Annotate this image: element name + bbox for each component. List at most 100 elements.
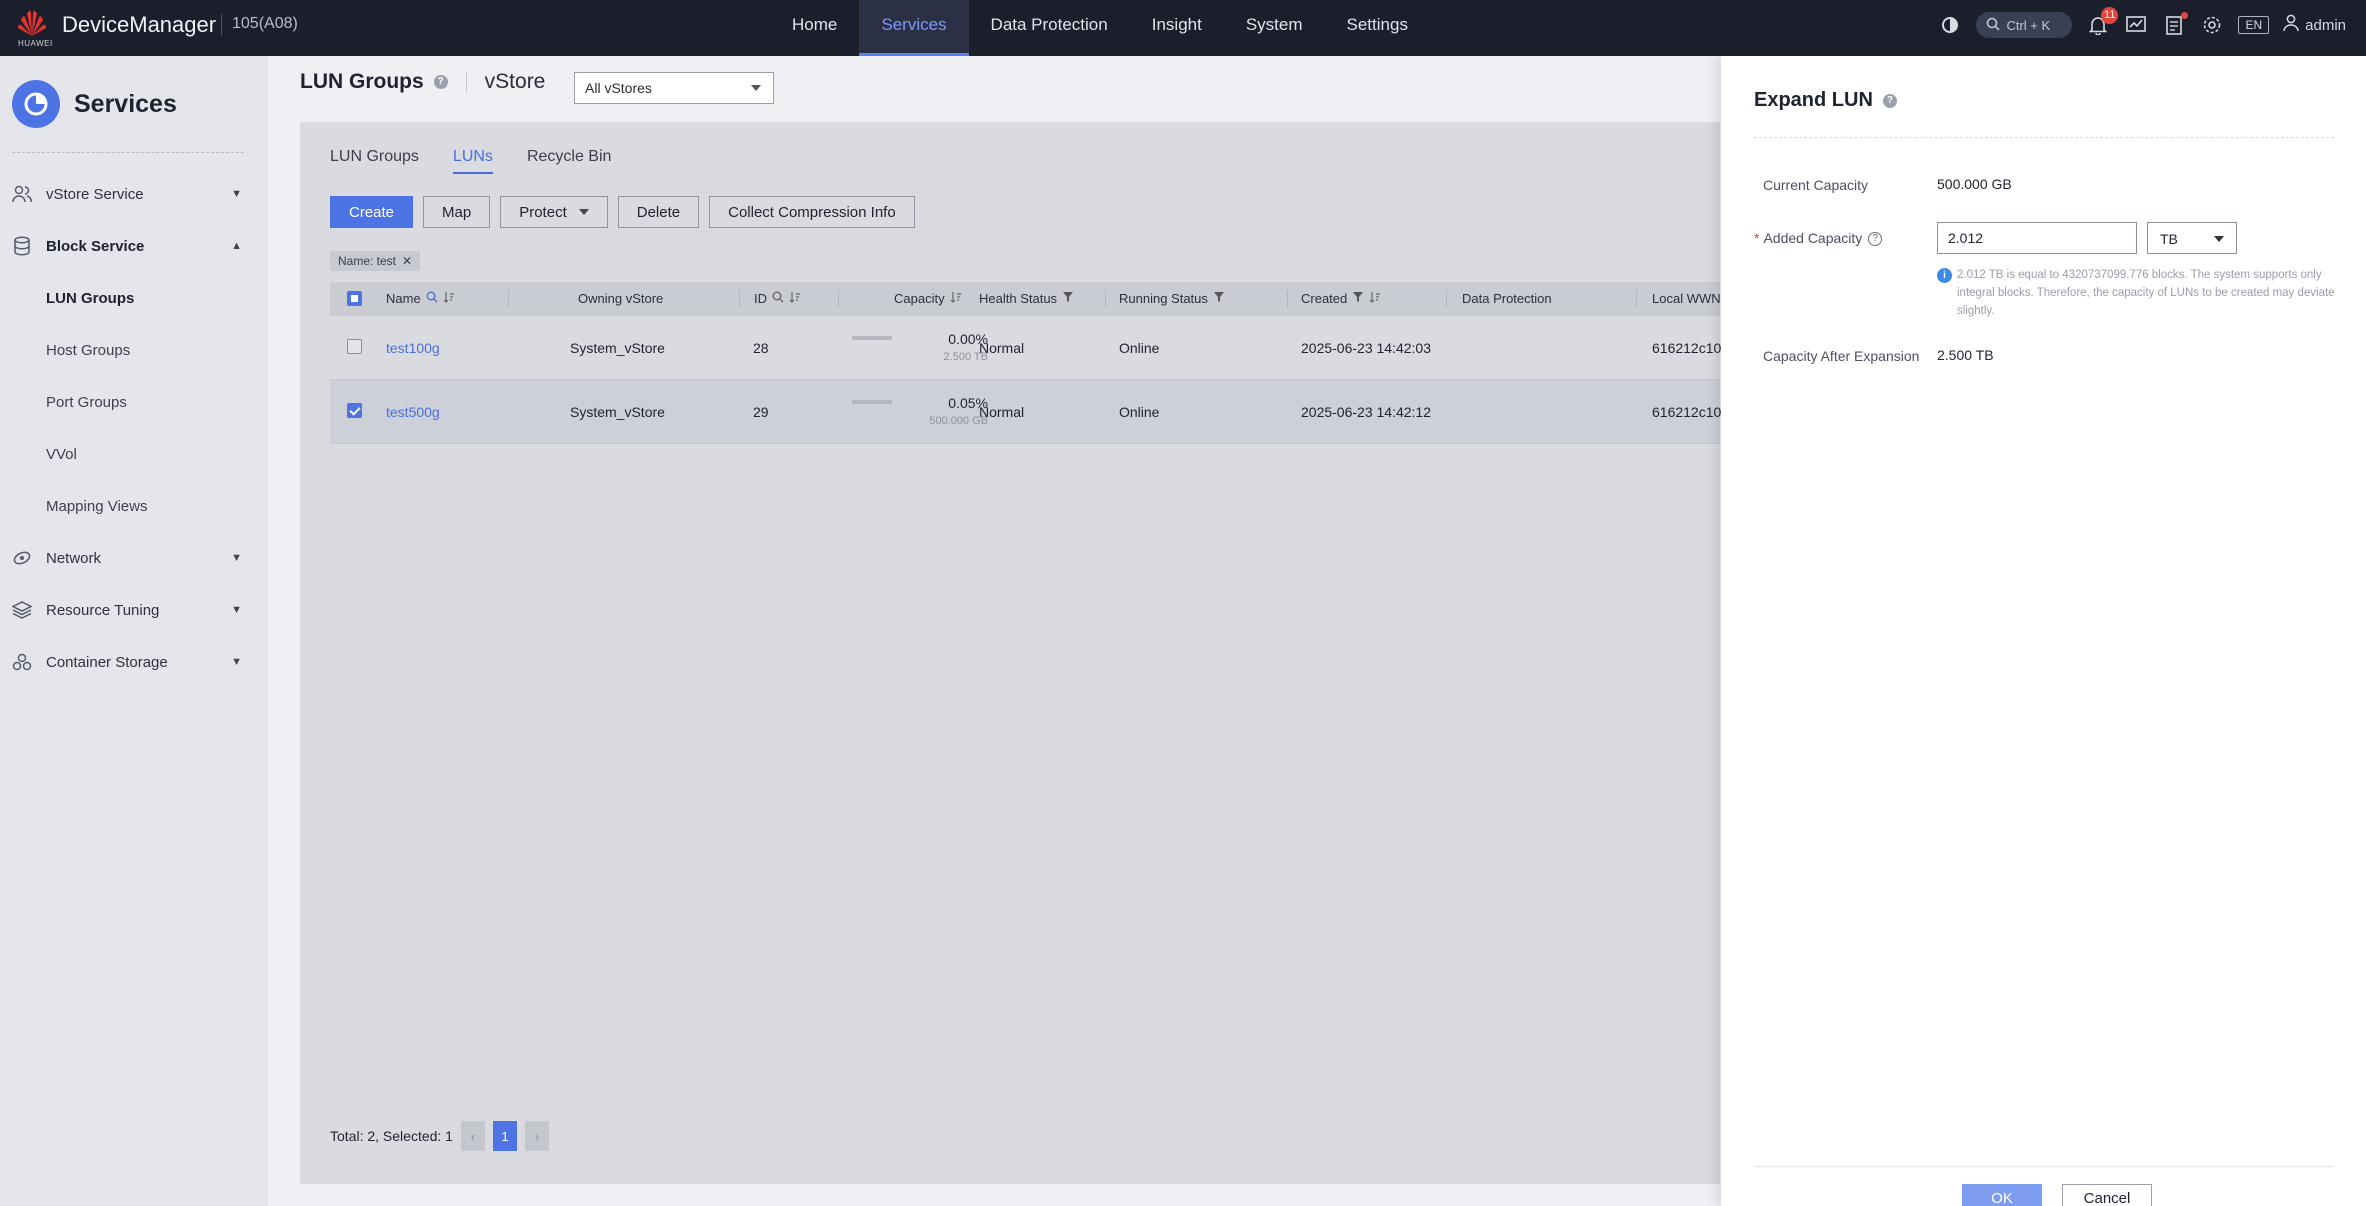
required-marker: * xyxy=(1754,230,1760,246)
chevron-down-icon: ▼ xyxy=(231,188,242,200)
drawer-footer-divider xyxy=(1754,1166,2334,1167)
row-checkbox[interactable] xyxy=(347,339,362,354)
brand[interactable]: HUAWEI DeviceManager 105(A08) xyxy=(16,8,298,48)
column-header-data-protection: Data Protection xyxy=(1462,291,1552,306)
top-navigation-bar: HUAWEI DeviceManager 105(A08) Home Servi… xyxy=(0,0,2366,56)
layers-icon xyxy=(10,601,34,619)
drawer-divider xyxy=(1754,137,2334,138)
help-icon[interactable]: ? xyxy=(1882,93,1897,108)
tab-luns[interactable]: LUNs xyxy=(452,148,493,174)
column-header-capacity[interactable]: Capacity xyxy=(894,291,962,306)
filter-chip: Name: test ✕ xyxy=(330,251,421,271)
tab-recycle-bin[interactable]: Recycle Bin xyxy=(527,148,611,172)
task-list-icon[interactable] xyxy=(2162,12,2189,37)
nav-data-protection[interactable]: Data Protection xyxy=(969,0,1130,56)
column-header-name[interactable]: Name xyxy=(386,291,455,306)
language-switch[interactable]: EN xyxy=(2238,16,2270,34)
sidebar-item-vstore-service[interactable]: vStore Service ▼ xyxy=(0,168,268,220)
table-header: Name Owning vStore ID Capacity Health St… xyxy=(330,282,1721,316)
nav-insight[interactable]: Insight xyxy=(1130,0,1224,56)
lun-name-link[interactable]: test100g xyxy=(386,340,440,356)
sidebar-header: Services xyxy=(12,80,177,128)
lun-name-link[interactable]: test500g xyxy=(386,404,440,420)
sort-icon[interactable] xyxy=(950,291,962,306)
create-button[interactable]: Create xyxy=(330,196,414,228)
bell-icon[interactable]: 11 xyxy=(2086,7,2119,37)
filter-icon[interactable] xyxy=(1062,291,1074,306)
nav-settings[interactable]: Settings xyxy=(1325,0,1430,56)
filter-icon[interactable] xyxy=(1352,291,1364,306)
search-icon xyxy=(1986,17,2001,34)
sidebar-title: Services xyxy=(74,89,177,118)
cancel-button[interactable]: Cancel xyxy=(2062,1184,2152,1206)
vstore-select[interactable]: All vStores xyxy=(574,72,774,104)
sidebar-item-network[interactable]: Network ▼ xyxy=(0,532,268,584)
sidebar-item-block-service[interactable]: Block Service ▲ xyxy=(0,220,268,272)
column-header-health-status[interactable]: Health Status xyxy=(979,291,1074,306)
filter-icon[interactable] xyxy=(1213,291,1225,306)
gear-icon[interactable] xyxy=(2200,13,2224,37)
protect-label: Protect xyxy=(519,203,567,221)
global-search[interactable]: Ctrl + K xyxy=(1976,12,2073,38)
sidebar-item-container-storage[interactable]: Container Storage ▼ xyxy=(0,636,268,688)
delete-button[interactable]: Delete xyxy=(617,196,700,228)
row-checkbox[interactable] xyxy=(347,403,362,418)
nav-home[interactable]: Home xyxy=(770,0,859,56)
topbar-actions: Ctrl + K 11 EN admin xyxy=(1938,0,2346,50)
nav-system[interactable]: System xyxy=(1224,0,1325,56)
info-icon: i xyxy=(1937,268,1952,283)
capacity-usage-bar xyxy=(852,400,892,404)
user-menu[interactable]: admin xyxy=(2283,14,2346,36)
unit-select[interactable]: TB xyxy=(2147,222,2237,254)
database-icon xyxy=(10,236,34,256)
monitor-chart-icon[interactable] xyxy=(2124,13,2148,37)
sidebar-item-label: Resource Tuning xyxy=(46,601,160,619)
next-page-button[interactable]: › xyxy=(524,1121,549,1151)
sidebar-item-port-groups[interactable]: Port Groups xyxy=(46,394,127,411)
column-header-running-status[interactable]: Running Status xyxy=(1119,291,1225,306)
column-header-id[interactable]: ID xyxy=(754,291,801,306)
column-header-created[interactable]: Created xyxy=(1301,291,1381,306)
added-capacity-input[interactable] xyxy=(1937,222,2137,254)
page-title: LUN Groups xyxy=(300,70,424,93)
search-icon[interactable] xyxy=(772,291,784,306)
chevron-down-icon: ▼ xyxy=(231,656,242,668)
running-status: Online xyxy=(1119,340,1160,356)
ok-button[interactable]: OK xyxy=(1962,1184,2042,1206)
prev-page-button[interactable]: ‹ xyxy=(460,1121,485,1151)
map-button[interactable]: Map xyxy=(423,196,491,228)
drawer-title-text: Expand LUN xyxy=(1754,89,1873,111)
sidebar-item-resource-tuning[interactable]: Resource Tuning ▼ xyxy=(0,584,268,636)
sidebar-item-vvol[interactable]: VVol xyxy=(46,446,77,463)
theme-toggle-icon[interactable] xyxy=(1938,13,1962,37)
sidebar-item-mapping-views[interactable]: Mapping Views xyxy=(46,498,147,515)
collect-compression-button[interactable]: Collect Compression Info xyxy=(709,196,915,228)
close-icon[interactable]: ✕ xyxy=(402,254,412,268)
help-icon[interactable]: ? xyxy=(433,75,448,89)
sidebar-item-lun-groups[interactable]: LUN Groups xyxy=(46,290,134,307)
tab-lun-groups[interactable]: LUN Groups xyxy=(330,148,419,172)
search-shortcut: Ctrl + K xyxy=(2006,17,2051,33)
vstore-select-value: All vStores xyxy=(585,80,652,96)
added-capacity-label-text: Added Capacity xyxy=(1763,230,1863,246)
added-capacity-label: * Added Capacity? xyxy=(1754,230,1883,247)
search-icon[interactable] xyxy=(426,291,438,306)
task-dot xyxy=(2181,12,2189,19)
sort-icon[interactable] xyxy=(443,291,455,306)
sort-icon[interactable] xyxy=(789,291,801,306)
select-all-checkbox[interactable] xyxy=(347,291,362,306)
protect-dropdown-button[interactable]: Protect xyxy=(500,196,608,228)
pagination-summary: Total: 2, Selected: 1 xyxy=(330,1128,453,1144)
current-capacity-value: 500.000 GB xyxy=(1937,176,2012,192)
column-divider xyxy=(1287,290,1288,308)
table-row[interactable]: test100g System_vStore 28 0.00% 2.500 TB… xyxy=(330,316,1721,380)
nav-services[interactable]: Services xyxy=(859,0,969,56)
sidebar-item-host-groups[interactable]: Host Groups xyxy=(46,342,130,359)
question-icon[interactable]: ? xyxy=(1868,232,1883,247)
table-row[interactable]: test500g System_vStore 29 0.05% 500.000 … xyxy=(330,380,1721,444)
sort-icon[interactable] xyxy=(1369,291,1381,306)
app-name: DeviceManager xyxy=(62,12,217,37)
capacity-total: 2.500 TB xyxy=(943,351,988,363)
current-page[interactable]: 1 xyxy=(492,1121,517,1151)
capacity-total: 500.000 GB xyxy=(929,415,988,427)
